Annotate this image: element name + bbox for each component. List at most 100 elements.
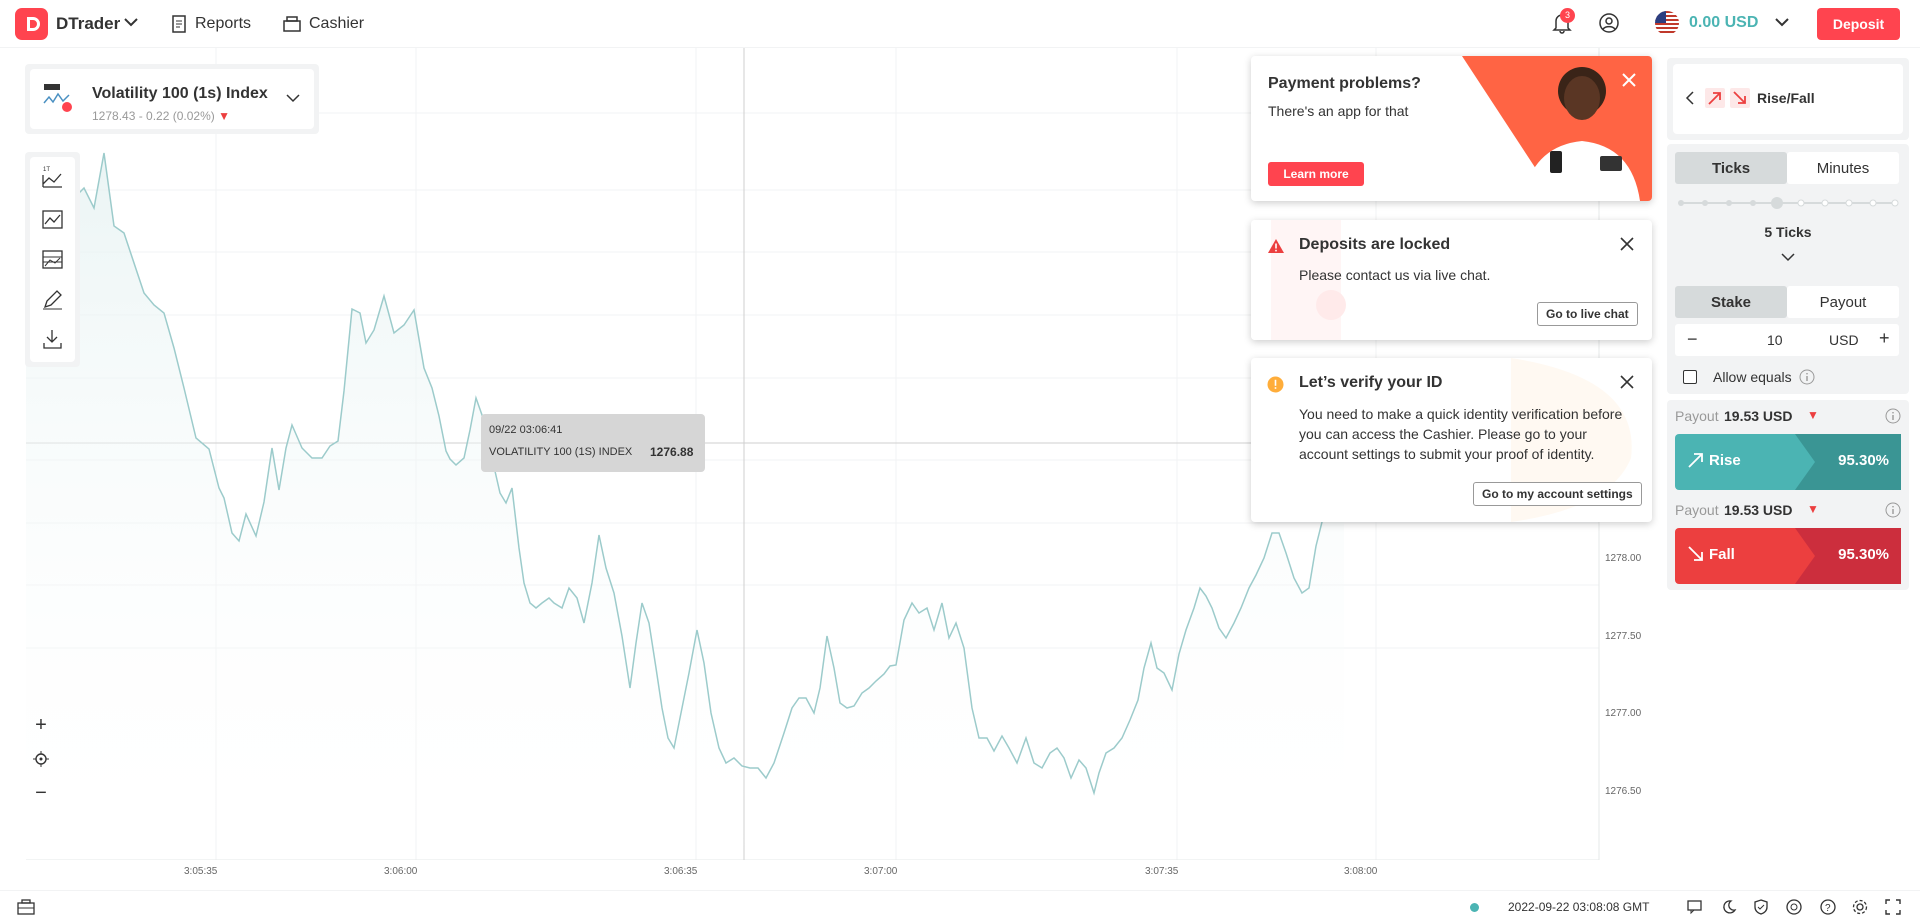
connection-status-dot [1470,903,1479,912]
symbol-price: 1278.43 - 0.22 (0.02%) ▼ [92,109,230,123]
payout-down-icon: ▼ [1807,502,1819,516]
fall-arrow-icon [1730,88,1750,108]
card-text: Please contact us via live chat. [1299,267,1491,283]
chevron-down-icon[interactable] [1781,252,1795,262]
dark-mode-icon[interactable] [1721,899,1737,915]
payout-value: 19.53 USD [1724,408,1793,424]
card-title: Let’s verify your ID [1299,374,1443,391]
tooltip-symbol: VOLATILITY 100 (1S) INDEX [489,446,633,458]
nav-reports-label: Reports [195,15,252,32]
info-alert-icon [1267,376,1284,393]
info-icon[interactable] [1885,502,1901,518]
tooltip-value: 1276.88 [650,445,694,459]
live-chat-icon[interactable] [1687,899,1705,915]
indicators-icon[interactable] [40,207,65,232]
currency-label: USD [1829,332,1859,348]
close-icon[interactable] [1617,234,1637,254]
deriv-logo-icon[interactable] [15,8,48,40]
nav-cashier[interactable]: Cashier [283,15,364,33]
symbol-name: Volatility 100 (1s) Index [92,85,268,102]
download-icon[interactable] [40,327,65,352]
positions-icon[interactable] [17,899,35,915]
chart-type-icon[interactable]: 1T [40,165,65,190]
reports-icon [172,15,186,33]
chart-toolbar: 1T [25,152,80,367]
price-axis-label: 1277.00 [1605,708,1642,719]
contract-type-selector[interactable]: Rise/Fall [1673,64,1903,134]
info-icon[interactable] [1799,369,1815,385]
tooltip-date: 09/22 03:06:41 [489,424,563,436]
chevron-down-icon[interactable] [124,17,138,27]
warning-triangle-icon [1268,239,1284,253]
fullscreen-icon[interactable] [1885,899,1901,915]
card-text: There's an app for that [1268,103,1409,119]
chevron-down-icon[interactable] [286,93,300,103]
rise-arrow-icon [1705,88,1725,108]
payout-label: Payout [1675,408,1719,424]
symbol-selector[interactable]: Volatility 100 (1s) Index 1278.43 - 0.22… [25,64,319,134]
tab-stake[interactable]: Stake [1675,286,1787,318]
settings-gear-icon[interactable] [1852,899,1868,915]
zoom-out-icon[interactable]: − [24,778,58,808]
fall-label: Fall [1709,546,1735,563]
rise-button[interactable]: Rise 95.30% [1675,434,1901,490]
price-area [26,153,1344,860]
tab-minutes[interactable]: Minutes [1787,152,1899,184]
templates-icon[interactable] [40,247,65,272]
app-switcher-label[interactable]: DTrader [56,14,120,34]
close-icon[interactable] [1617,372,1637,392]
crosshair-tooltip: 09/22 03:06:41 VOLATILITY 100 (1S) INDEX… [481,414,705,472]
chevron-left-icon[interactable] [1685,91,1695,105]
go-to-account-settings-button[interactable]: Go to my account settings [1473,482,1642,506]
account-icon[interactable] [1598,12,1620,34]
reset-zoom-icon[interactable] [24,744,58,774]
us-flag-icon [1655,11,1679,35]
purchase-box: Payout 19.53 USD ▼ Rise 95.30% Payout 19… [1667,400,1909,590]
contract-type-box: Rise/Fall [1667,58,1909,140]
learn-more-button[interactable]: Learn more [1268,162,1364,186]
zoom-in-icon[interactable]: + [24,710,58,740]
contract-type-label: Rise/Fall [1757,90,1815,106]
go-to-live-chat-button[interactable]: Go to live chat [1537,302,1638,326]
rise-label: Rise [1709,452,1741,469]
time-axis-label: 3:06:00 [384,866,418,877]
trade-panel: Rise/Fall Ticks Minutes 5 Ticks Stake Pa… [1667,58,1909,590]
payout-value: 19.53 USD [1724,502,1793,518]
tab-ticks[interactable]: Ticks [1675,152,1787,184]
network-status-icon[interactable] [1786,899,1802,915]
time-axis-label: 3:07:00 [864,866,898,877]
cashier-icon [283,16,301,32]
payout-label: Payout [1675,502,1719,518]
help-icon[interactable]: ? [1820,899,1836,915]
info-icon[interactable] [1885,408,1901,424]
verify-id-card: Let’s verify your ID You need to make a … [1251,358,1652,522]
stake-input[interactable]: 10 [1767,332,1783,348]
duration-value: 5 Ticks [1764,224,1812,240]
stake-box: Stake Payout − 10 USD + Allow equals [1667,280,1909,394]
ticks-slider[interactable] [1677,196,1899,210]
deposits-locked-card: Deposits are locked Please contact us vi… [1251,220,1652,340]
drawing-tools-icon[interactable] [40,287,65,312]
nav-reports[interactable]: Reports [171,15,251,33]
allow-equals-checkbox[interactable] [1683,370,1697,384]
nav-cashier-label: Cashier [309,15,365,32]
card-title: Payment problems? [1268,75,1421,92]
time-axis-label: 3:06:35 [664,866,698,877]
account-balance[interactable]: 0.00 USD [1689,14,1758,32]
increase-stake-icon[interactable]: + [1879,328,1890,349]
tab-payout[interactable]: Payout [1787,286,1899,318]
decrease-stake-icon[interactable]: − [1687,329,1698,350]
chevron-down-icon[interactable] [1775,17,1789,27]
deposit-button[interactable]: Deposit [1817,8,1900,40]
rise-percent: 95.30% [1838,452,1889,469]
close-icon[interactable] [1619,70,1639,90]
fall-percent: 95.30% [1838,546,1889,563]
svg-text:?: ? [1825,903,1831,914]
fall-button[interactable]: Fall 95.30% [1675,528,1901,584]
footer-bar: 2022-09-22 03:08:08 GMT ? [0,890,1920,923]
time-axis-label: 3:05:35 [184,866,218,877]
responsible-trading-icon[interactable] [1753,899,1769,915]
allow-equals-label: Allow equals [1713,369,1792,385]
payment-problems-card: Payment problems? There's an app for tha… [1251,56,1652,201]
rise-icon [1688,453,1703,468]
